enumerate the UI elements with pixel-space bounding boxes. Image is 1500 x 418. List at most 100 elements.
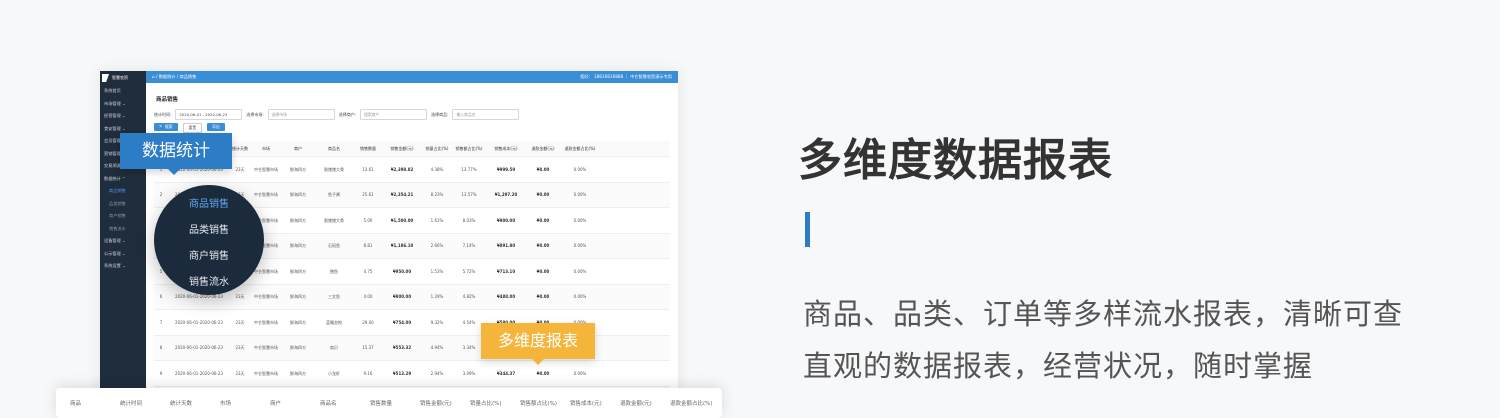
logo: 智慧农贸 [100, 71, 146, 85]
table-cell: 鲍鱼 [330, 268, 338, 274]
table-cell: 2020-06-01-2020-06-23 [175, 319, 223, 325]
strip-column-header: 退款金额占比(%) [670, 401, 713, 407]
date-label: 统计时间: [154, 111, 172, 117]
table-cell: 4.82% [462, 294, 476, 299]
circle-menu-item[interactable]: 商品销售 [154, 195, 264, 210]
table-cell: 2020-06-01-2020-06-23 [175, 294, 223, 299]
table-cell: 25.61 [362, 192, 374, 197]
table-cell: 13.61 [362, 166, 374, 172]
column-header[interactable]: 销售数量 [354, 146, 382, 152]
column-header[interactable]: 销售金额(元) [382, 146, 422, 152]
reset-button[interactable]: 重置 [182, 123, 203, 133]
table-cell: ¥999.59 [496, 166, 516, 172]
market-select[interactable]: 选择市场 [267, 109, 335, 120]
sidebar-item[interactable]: 商户销售 [100, 210, 146, 223]
strip-column-header: 商品名 [320, 401, 337, 407]
strip-column-header: 退款金额(元) [620, 401, 652, 407]
export-button[interactable]: 导出 [207, 123, 225, 131]
column-header[interactable]: 销售成本(元) [486, 146, 526, 152]
table-cell: ¥950.00 [392, 268, 412, 274]
sidebar-item[interactable]: 系统设置 ⌄ [100, 260, 146, 273]
sidebar-item[interactable]: 数据统计 ⌃ [100, 173, 146, 186]
table-cell: 5.72% [462, 268, 476, 274]
strip-column-header: 销量占比(%) [470, 401, 502, 407]
sidebar-item[interactable]: 设备管理 ⌄ [100, 235, 146, 248]
sidebar-item[interactable]: 销售流水 [100, 223, 146, 236]
sidebar-item[interactable]: 经营管理 ⌄ [100, 110, 146, 123]
action-buttons: 🔍 搜索 重置 导出 [154, 123, 225, 133]
sidebar-menu: 系统首页 市场管理 ⌄ 经营管理 ⌄ 食安管理 ⌄ 会员管理 ⌄ 营销管理 ⌄ 交易溯源 ⌄… [100, 85, 146, 273]
circle-menu: 商品销售 品类销售 商户销售 销售流水 [154, 185, 264, 295]
column-header[interactable]: 退款金额占比(%) [560, 146, 600, 152]
top-bar: ⌂ / 数据统计 / 商品销售 您好： 18816816888 ｜ 中仑智慧农贸… [146, 71, 678, 83]
column-header[interactable]: 市场 [250, 146, 282, 152]
table-cell: ¥891.80 [496, 243, 516, 248]
table-cell: 0.00% [573, 166, 587, 172]
table-cell: 0.00% [573, 192, 587, 197]
column-header[interactable]: 退款金额(元) [526, 146, 560, 152]
table-cell: 9.32% [430, 319, 444, 325]
table-cell: 扇贝 [330, 345, 338, 350]
search-button[interactable]: 🔍 搜索 [154, 123, 178, 131]
table-cell: ¥1,186.10 [390, 243, 414, 248]
table-cell: ¥344.37 [496, 370, 516, 376]
vendor-input[interactable]: 搜索商户 [360, 109, 428, 120]
table-cell: ¥800.00 [392, 294, 412, 299]
sidebar-item[interactable]: 公示管理 ⌄ [100, 248, 146, 261]
sidebar: 智慧农贸 系统首页 市场管理 ⌄ 经营管理 ⌄ 食安管理 ⌄ 会员管理 ⌄ 营销管理 ⌄ 交… [100, 71, 146, 405]
circle-menu-item[interactable]: 商户销售 [154, 247, 264, 262]
table-cell: ¥0.00 [536, 268, 550, 274]
column-header[interactable]: 统计天数 [230, 146, 250, 152]
table-cell: 23天 [235, 166, 245, 172]
user-info: 您好： 18816816888 ｜ 中仑智慧农贸演示专用 [580, 74, 672, 79]
table-cell: 1.61% [430, 217, 444, 223]
table-cell: 0.00% [573, 217, 587, 223]
column-header[interactable]: 销售额占比(%) [452, 146, 486, 152]
table-cell: 0.00% [573, 370, 587, 376]
table-cell: 4.00 [363, 294, 373, 299]
accent-bar [805, 212, 810, 247]
table-cell: 3.09% [462, 370, 476, 376]
table-cell: 1.29% [430, 294, 444, 299]
description-line: 商品、品类、订单等多样流水报表，清晰可查 [803, 297, 1404, 331]
strip-column-header: 商品 [70, 401, 82, 407]
table-cell: 4.75 [363, 268, 373, 274]
circle-menu-item[interactable]: 品类销售 [154, 221, 264, 236]
table-cell: 蓝鳍金枪 [326, 319, 342, 325]
sidebar-item[interactable]: 商品销售 [100, 185, 146, 198]
table-cell: 23天 [235, 294, 245, 299]
table-cell: ¥0.00 [536, 166, 550, 172]
table-cell: 中仑智慧市场 [254, 294, 278, 299]
table-cell: 鲜海四方 [290, 166, 306, 172]
table-cell: 鲜海四方 [290, 370, 306, 376]
sidebar-item[interactable]: 系统首页 [100, 85, 146, 98]
column-header[interactable]: 商品名 [314, 146, 354, 152]
strip-column-header: 销售金额(元) [420, 401, 452, 407]
brand-name: 智慧农贸 [112, 75, 128, 80]
column-header[interactable]: 商户 [282, 146, 314, 152]
multi-report-tag: 多维度报表 [481, 323, 595, 359]
table-cell: 鱼子酱 [328, 192, 340, 197]
market-label: 选择市场: [246, 111, 264, 117]
sidebar-item[interactable]: 市场管理 ⌄ [100, 98, 146, 111]
strip-column-header: 销售数量 [370, 401, 393, 407]
vendor-label: 选择商户: [338, 111, 357, 117]
goods-input[interactable]: 输入商品名 [452, 109, 520, 120]
table-cell: ¥0.00 [536, 192, 550, 197]
strip-column-header: 统计时间 [120, 401, 143, 407]
strip-column-header: 销售额占比(%) [520, 401, 558, 407]
table-cell: ¥488.00 [496, 294, 516, 299]
table-cell: 中仑智慧市场 [254, 370, 278, 376]
table-row[interactable]: 9 2020-06-01-2020-06-23 23天 中仑智慧市场 鲜海四方 小龙虾 9.… [154, 361, 670, 387]
floating-table-header: 商品 统计时间 统计天数 市场 商户 商品名 销售数量 销售金额(元) 销量占比(%) 销售额占比… [56, 388, 722, 418]
date-range-input[interactable]: 2020-06-01 - 2020-06-23 [175, 109, 243, 120]
table-cell: 鲜海四方 [290, 345, 306, 350]
table-cell: 9.16 [363, 370, 373, 376]
data-stats-tag: 数据统计 [120, 133, 232, 169]
circle-menu-item[interactable]: 销售流水 [154, 273, 264, 288]
table-cell: ¥513.29 [392, 370, 412, 376]
column-header[interactable]: 销量占比(%) [422, 146, 452, 152]
sidebar-item[interactable]: 品类销售 [100, 198, 146, 211]
table-cell: 29.00 [362, 319, 374, 325]
table-cell: 8.03% [462, 217, 476, 223]
